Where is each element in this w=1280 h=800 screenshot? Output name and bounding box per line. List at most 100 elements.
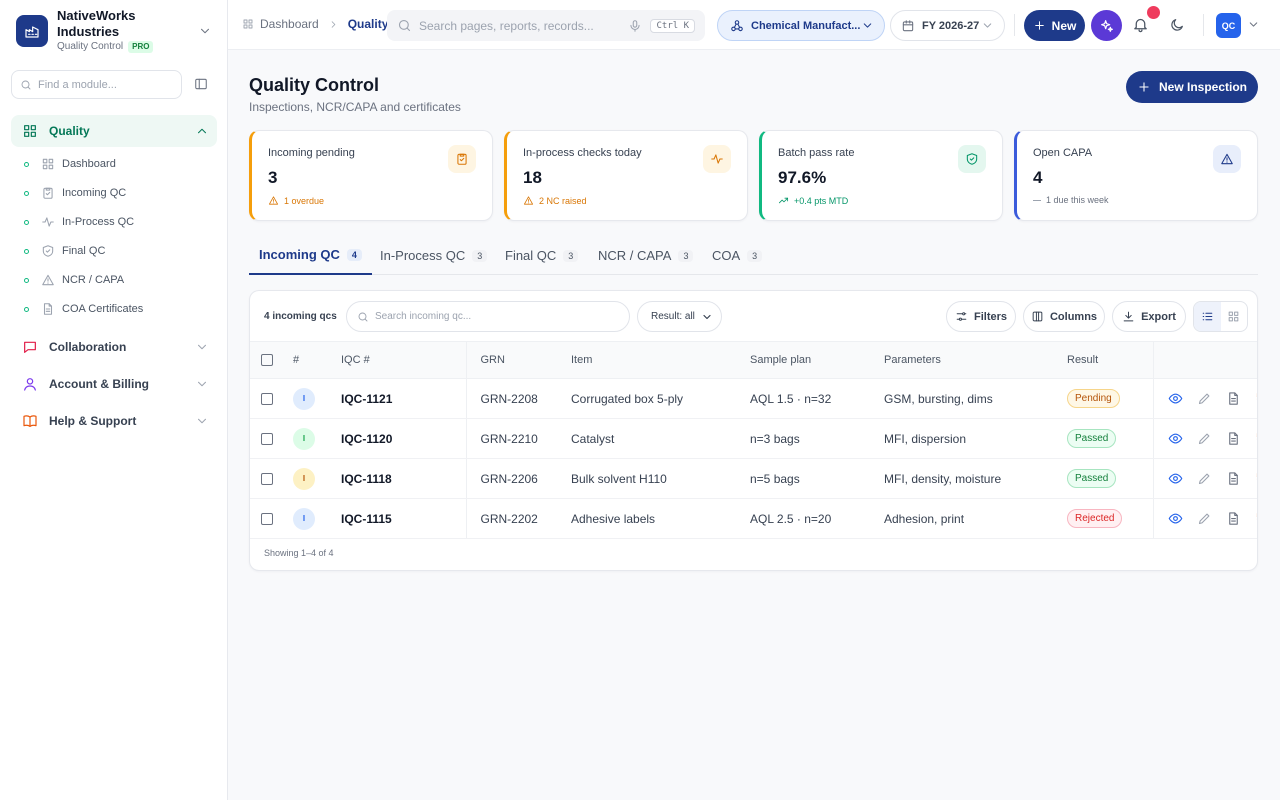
refresh-icon[interactable] [1255, 391, 1257, 406]
sidebar-item-in-process-qc[interactable]: In-Process QC [24, 211, 214, 233]
sidebar-item-label: Incoming QC [62, 187, 127, 199]
kpi-label: Batch pass rate [778, 147, 855, 159]
columns-icon [1032, 311, 1043, 322]
row-checkbox[interactable] [261, 392, 273, 405]
columns-button[interactable]: Columns [1023, 301, 1105, 332]
plus-icon [1034, 21, 1044, 30]
pencil-icon[interactable] [1197, 471, 1212, 486]
plant-selector[interactable]: Chemical Manufact... [717, 10, 885, 41]
grn-cell: GRN-2202 [466, 498, 571, 539]
tab-ncr-capa[interactable]: NCR / CAPA 3 [598, 236, 694, 275]
column-header[interactable]: Result [1067, 341, 1153, 379]
column-header[interactable]: Parameters [884, 341, 1067, 379]
incoming-qc-panel: 4 incoming qcs Search incoming qc... Res… [249, 290, 1258, 571]
iqc-number[interactable]: IQC-1120 [341, 418, 467, 459]
sidebar-group-collaboration[interactable]: Collaboration [11, 331, 217, 363]
dash-icon [1033, 199, 1041, 201]
row-checkbox[interactable] [261, 432, 273, 445]
refresh-icon[interactable] [1255, 471, 1257, 486]
sidebar-item-ncr-capa[interactable]: NCR / CAPA [24, 269, 214, 291]
global-search-input[interactable]: Search pages, reports, records... Ctrl K [387, 10, 705, 41]
row-checkbox[interactable] [261, 472, 273, 485]
sample-plan-cell: n=3 bags [750, 418, 884, 459]
microphone-icon[interactable] [628, 19, 642, 33]
kpi-note: 2 NC raised [523, 195, 587, 206]
eye-icon[interactable] [1168, 431, 1183, 446]
warning-icon [268, 196, 279, 205]
table-row[interactable]: I IQC-1115 GRN-2202 Adhesive labels AQL … [250, 498, 1257, 539]
sidebar-item-incoming-qc[interactable]: Incoming QC [24, 182, 214, 204]
divider [1014, 14, 1015, 36]
kpi-label: In-process checks today [523, 147, 642, 159]
org-switcher[interactable]: NativeWorks Industries Quality Control P… [16, 8, 212, 53]
new-button[interactable]: New [1024, 10, 1085, 41]
table-search-input[interactable]: Search incoming qc... [346, 301, 630, 332]
sidebar-group-quality[interactable]: Quality [11, 115, 217, 147]
column-header[interactable]: # [293, 341, 341, 379]
parameters-cell: MFI, dispersion [884, 418, 1067, 459]
breadcrumb-dashboard[interactable]: Dashboard [260, 17, 319, 31]
tab-in-process-qc[interactable]: In-Process QC 3 [380, 236, 488, 275]
fiscal-year-selector[interactable]: FY 2026-27 [890, 10, 1005, 41]
sidebar-item-final-qc[interactable]: Final QC [24, 240, 214, 262]
document-icon[interactable] [1226, 511, 1241, 526]
grn-cell: GRN-2210 [466, 418, 571, 459]
sidebar-collapse-icon[interactable] [194, 77, 208, 91]
chat-icon [21, 338, 39, 356]
table-row[interactable]: I IQC-1121 GRN-2208 Corrugated box 5-ply… [250, 378, 1257, 419]
column-header[interactable]: Sample plan [750, 341, 884, 379]
eye-icon[interactable] [1168, 511, 1183, 526]
refresh-icon[interactable] [1255, 431, 1257, 446]
chevron-right-icon [328, 19, 339, 30]
chevron-down-icon[interactable] [1247, 18, 1260, 31]
tab-final-qc[interactable]: Final QC 3 [505, 236, 579, 275]
tab-incoming-qc[interactable]: Incoming QC 4 [249, 236, 372, 275]
document-icon[interactable] [1226, 391, 1241, 406]
chevron-down-icon [861, 19, 874, 32]
pencil-icon[interactable] [1197, 431, 1212, 446]
column-header[interactable]: Item [571, 341, 750, 379]
pencil-icon[interactable] [1197, 391, 1212, 406]
result-filter-select[interactable]: Result: all [637, 301, 722, 332]
select-all-checkbox[interactable] [261, 354, 273, 366]
sidebar-item-coa-certificates[interactable]: COA Certificates [24, 298, 214, 320]
molecule-icon [730, 19, 744, 33]
new-button-label: New [1051, 18, 1077, 33]
ai-assistant-button[interactable] [1091, 10, 1122, 41]
iqc-number[interactable]: IQC-1115 [341, 498, 467, 539]
sidebar-group-account-billing[interactable]: Account & Billing [11, 368, 217, 400]
row-checkbox[interactable] [261, 512, 273, 525]
status-badge: Rejected [1067, 509, 1123, 528]
iqc-number[interactable]: IQC-1118 [341, 458, 467, 499]
clipboard-check-icon [448, 145, 476, 173]
table-row[interactable]: I IQC-1118 GRN-2206 Bulk solvent H110 n=… [250, 458, 1257, 499]
incoming-qc-table: # IQC # GRN Item Sample plan Parameters … [250, 341, 1257, 539]
column-header[interactable]: IQC # [341, 341, 467, 379]
avatar[interactable]: QC [1216, 13, 1241, 38]
module-search-input[interactable]: Find a module... [11, 70, 182, 99]
new-inspection-button[interactable]: New Inspection [1126, 71, 1258, 103]
document-icon[interactable] [1226, 471, 1241, 486]
bell-icon[interactable] [1132, 16, 1149, 33]
column-header[interactable]: GRN [466, 341, 571, 379]
refresh-icon[interactable] [1255, 511, 1257, 526]
pencil-icon[interactable] [1197, 511, 1212, 526]
grid-icon [21, 122, 39, 140]
shortcut-hint: Ctrl K [650, 18, 695, 33]
table-row[interactable]: I IQC-1120 GRN-2210 Catalyst n=3 bags MF… [250, 418, 1257, 459]
list-view-icon[interactable] [1194, 302, 1221, 331]
export-button[interactable]: Export [1112, 301, 1186, 332]
eye-icon[interactable] [1168, 391, 1183, 406]
moon-icon[interactable] [1169, 17, 1185, 33]
fiscal-year-label: FY 2026-27 [922, 19, 980, 32]
tab-coa[interactable]: COA 3 [712, 236, 763, 275]
grid-view-icon[interactable] [1221, 302, 1248, 331]
iqc-number[interactable]: IQC-1121 [341, 378, 467, 419]
document-icon[interactable] [1226, 431, 1241, 446]
sidebar-group-help-support[interactable]: Help & Support [11, 405, 217, 437]
tab-count: 3 [472, 249, 488, 262]
filters-button[interactable]: Filters [946, 301, 1016, 332]
eye-icon[interactable] [1168, 471, 1183, 486]
page-title: Quality Control [249, 75, 379, 95]
sidebar-item-dashboard[interactable]: Dashboard [24, 153, 214, 175]
